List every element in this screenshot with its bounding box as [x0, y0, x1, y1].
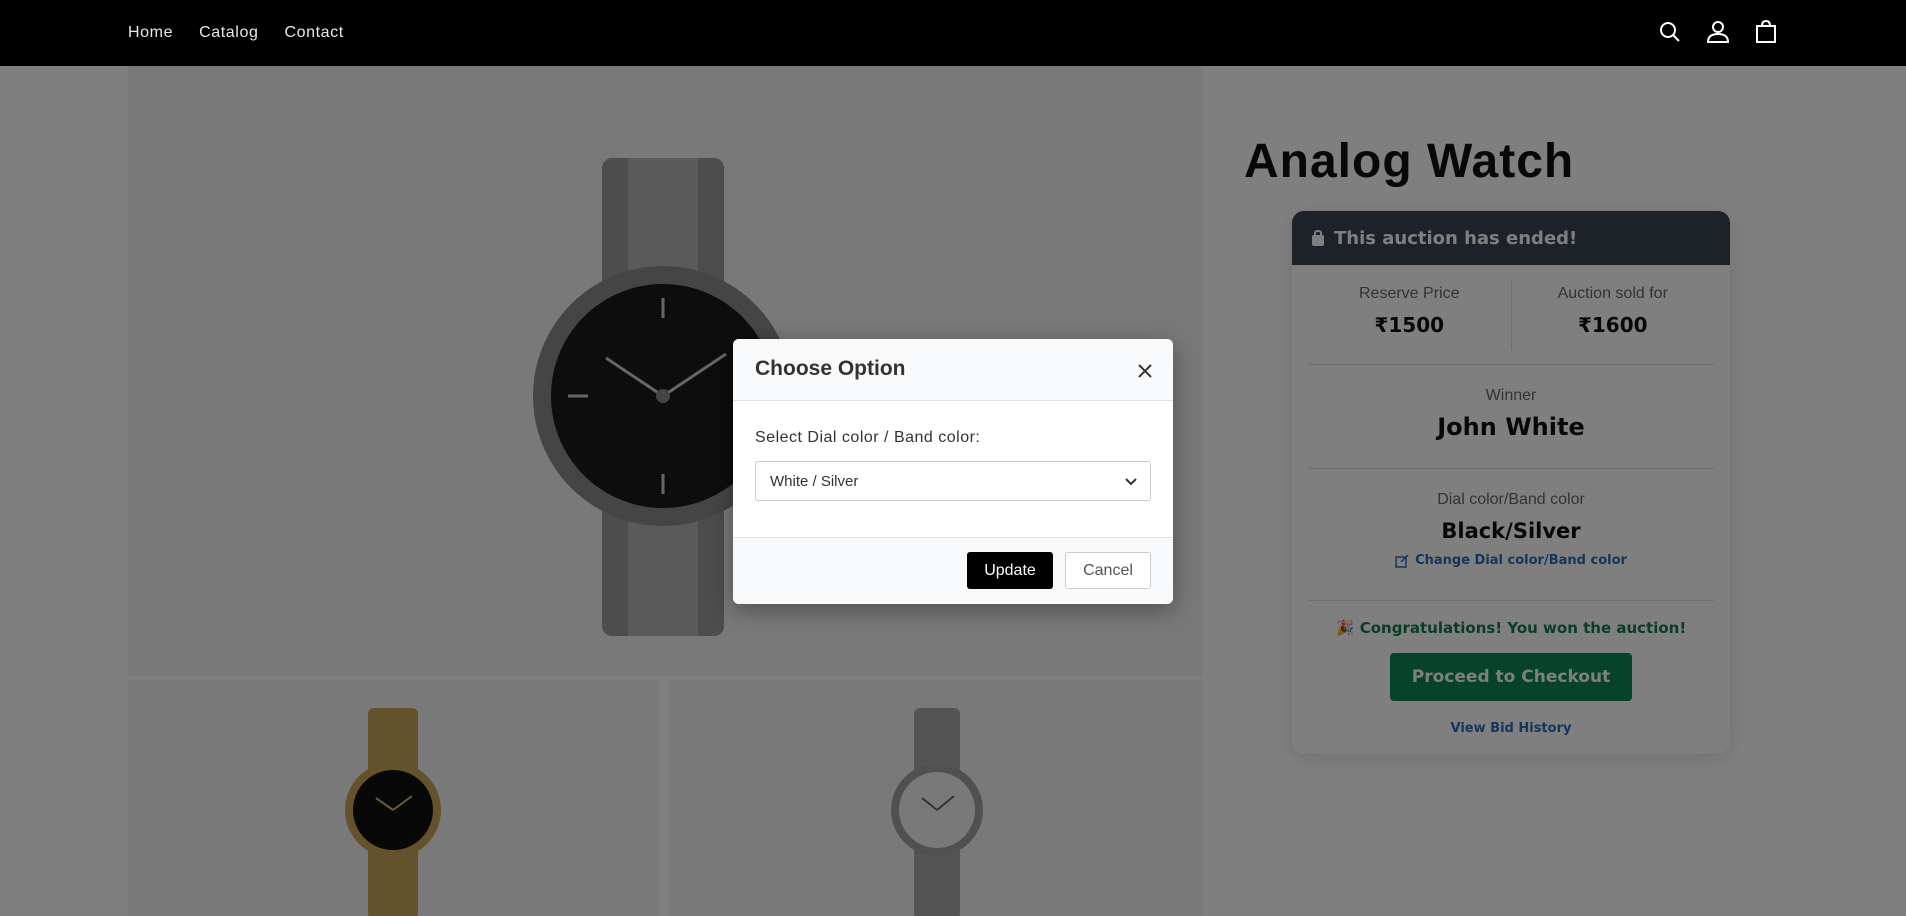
modal-body: Select Dial color / Band color: White / …	[733, 401, 1173, 537]
select-label: Select Dial color / Band color:	[755, 429, 981, 446]
nav-contact[interactable]: Contact	[284, 24, 343, 42]
main-nav: Home Catalog Contact	[128, 0, 370, 66]
option-select[interactable]: White / Silver	[755, 461, 1151, 501]
header-icons	[1658, 18, 1778, 46]
modal-footer: Update Cancel	[733, 537, 1173, 604]
chevron-down-icon	[1125, 478, 1137, 486]
nav-home[interactable]: Home	[128, 24, 173, 42]
cart-icon[interactable]	[1754, 18, 1778, 46]
option-select-value: White / Silver	[770, 472, 859, 490]
close-icon[interactable]	[1135, 361, 1155, 381]
search-icon[interactable]	[1658, 18, 1682, 46]
cancel-button[interactable]: Cancel	[1065, 552, 1151, 589]
modal-header: Choose Option	[733, 339, 1173, 401]
modal-title: Choose Option	[755, 357, 906, 380]
account-icon[interactable]	[1706, 18, 1730, 46]
update-button[interactable]: Update	[967, 552, 1053, 589]
nav-catalog[interactable]: Catalog	[199, 24, 258, 42]
choose-option-modal: Choose Option Select Dial color / Band c…	[733, 339, 1173, 604]
site-header: Home Catalog Contact	[0, 0, 1906, 66]
